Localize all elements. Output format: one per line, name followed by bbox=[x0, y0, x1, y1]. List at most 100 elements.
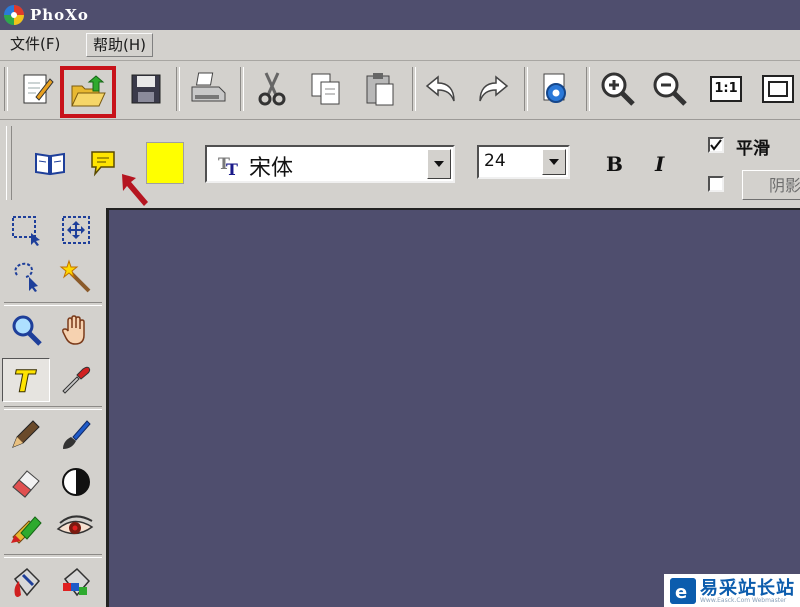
save-icon bbox=[131, 74, 161, 104]
toolbar-separator bbox=[240, 67, 244, 111]
cut-icon bbox=[258, 72, 286, 106]
toolbar-grip bbox=[4, 67, 8, 111]
smooth-checkbox[interactable] bbox=[708, 137, 724, 153]
gradient-icon bbox=[63, 567, 91, 597]
text-tool[interactable]: T bbox=[2, 358, 50, 402]
move-select-tool[interactable] bbox=[56, 210, 96, 250]
paste-icon bbox=[366, 73, 394, 106]
zoom-in-icon bbox=[601, 72, 635, 106]
title-bar bbox=[0, 0, 800, 30]
undo-icon bbox=[425, 75, 455, 102]
book-icon[interactable] bbox=[34, 150, 66, 176]
undo-button[interactable] bbox=[420, 67, 464, 111]
toolbar-separator bbox=[524, 67, 528, 111]
menu-bar: 文件(F) 帮助(H) bbox=[0, 30, 800, 61]
save-button[interactable] bbox=[124, 67, 168, 111]
toolbar-separator bbox=[586, 67, 590, 111]
watermark-logo-icon: e bbox=[670, 578, 696, 604]
size-dropdown-button[interactable] bbox=[542, 149, 566, 175]
svg-text:T: T bbox=[226, 160, 238, 177]
lasso-select-icon bbox=[14, 262, 38, 292]
zoom-icon bbox=[12, 315, 42, 346]
pen-icon bbox=[12, 420, 40, 448]
zoom-tool[interactable] bbox=[6, 310, 46, 350]
font-name: 宋体 bbox=[249, 156, 294, 181]
zoom-in-button[interactable] bbox=[596, 67, 640, 111]
chevron-down-icon bbox=[549, 159, 559, 165]
move-select-icon bbox=[62, 216, 90, 244]
rect-select-tool[interactable] bbox=[6, 210, 46, 250]
eyedropper-tool[interactable] bbox=[56, 360, 96, 400]
print-button[interactable] bbox=[186, 67, 230, 111]
actual-size-button[interactable]: 1:1 bbox=[704, 67, 748, 111]
panel-separator bbox=[4, 554, 102, 558]
speech-bubble-icon[interactable] bbox=[88, 148, 118, 178]
check-icon bbox=[710, 139, 722, 151]
svg-text:T: T bbox=[14, 365, 37, 397]
zoom-out-icon bbox=[653, 72, 687, 106]
paste-button[interactable] bbox=[358, 67, 402, 111]
menu-file[interactable]: 文件(F) bbox=[4, 33, 66, 55]
eyedropper-icon bbox=[62, 366, 91, 394]
redo-button[interactable] bbox=[470, 67, 514, 111]
italic-button[interactable]: I bbox=[655, 152, 664, 176]
truetype-icon: T T bbox=[218, 154, 238, 177]
app-logo-icon bbox=[4, 5, 24, 25]
magic-wand-tool[interactable] bbox=[56, 256, 96, 296]
app-title: PhoXo bbox=[30, 6, 89, 24]
font-dropdown-button[interactable] bbox=[427, 149, 451, 179]
smooth-label: 平滑 bbox=[736, 139, 770, 159]
redo-icon bbox=[479, 75, 509, 102]
brush-icon bbox=[63, 420, 91, 449]
zoom-out-button[interactable] bbox=[648, 67, 692, 111]
hand-icon bbox=[62, 315, 85, 345]
open-file-button[interactable] bbox=[60, 66, 116, 118]
font-select[interactable]: T T 宋体 bbox=[205, 145, 455, 183]
eraser-icon bbox=[12, 470, 40, 498]
bucket-icon bbox=[13, 567, 41, 597]
rect-select-icon bbox=[12, 216, 40, 246]
clone-tool[interactable] bbox=[6, 508, 46, 548]
clone-icon bbox=[11, 516, 42, 544]
cut-button[interactable] bbox=[250, 67, 294, 111]
settings-button[interactable] bbox=[532, 67, 576, 111]
brush-tool[interactable] bbox=[56, 414, 96, 454]
pen-tool[interactable] bbox=[6, 414, 46, 454]
toolbar-separator bbox=[412, 67, 416, 111]
lasso-select-tool[interactable] bbox=[6, 256, 46, 296]
settings-icon bbox=[543, 73, 566, 103]
actual-size-icon: 1:1 bbox=[710, 76, 742, 102]
font-size-select[interactable]: 24 bbox=[477, 145, 570, 179]
tool-panel: T bbox=[0, 208, 109, 607]
main-toolbar: 1:1 bbox=[0, 61, 800, 120]
bucket-tool[interactable] bbox=[6, 562, 46, 602]
open-file-icon bbox=[71, 75, 106, 107]
new-document-button[interactable] bbox=[14, 67, 58, 111]
fit-window-icon bbox=[762, 75, 794, 103]
watermark-subtext: Www.Easck.Com Webmaster bbox=[700, 597, 787, 604]
contrast-tool[interactable] bbox=[56, 462, 96, 502]
red-eye-tool[interactable] bbox=[56, 508, 96, 548]
hand-tool[interactable] bbox=[56, 310, 96, 350]
shadow-checkbox[interactable] bbox=[708, 176, 724, 192]
fit-window-button[interactable] bbox=[756, 67, 800, 111]
red-eye-icon bbox=[56, 515, 94, 535]
gradient-tool[interactable] bbox=[56, 562, 96, 602]
panel-separator bbox=[4, 302, 102, 306]
shadow-button[interactable]: 阴影 bbox=[742, 170, 800, 200]
toolbar-separator bbox=[176, 67, 180, 111]
menu-help[interactable]: 帮助(H) bbox=[86, 33, 153, 57]
copy-icon bbox=[311, 73, 340, 105]
chevron-down-icon bbox=[434, 161, 444, 167]
bold-button[interactable]: B bbox=[606, 152, 623, 176]
text-tool-icon: T bbox=[14, 365, 38, 398]
eraser-tool[interactable] bbox=[6, 462, 46, 502]
font-size-value: 24 bbox=[484, 151, 506, 171]
print-icon bbox=[191, 72, 226, 102]
text-color-swatch[interactable] bbox=[146, 142, 184, 184]
contrast-icon bbox=[62, 468, 90, 496]
panel-separator bbox=[4, 406, 102, 410]
copy-button[interactable] bbox=[304, 67, 348, 111]
new-document-icon bbox=[23, 74, 54, 104]
toolbar-grip bbox=[6, 126, 12, 200]
